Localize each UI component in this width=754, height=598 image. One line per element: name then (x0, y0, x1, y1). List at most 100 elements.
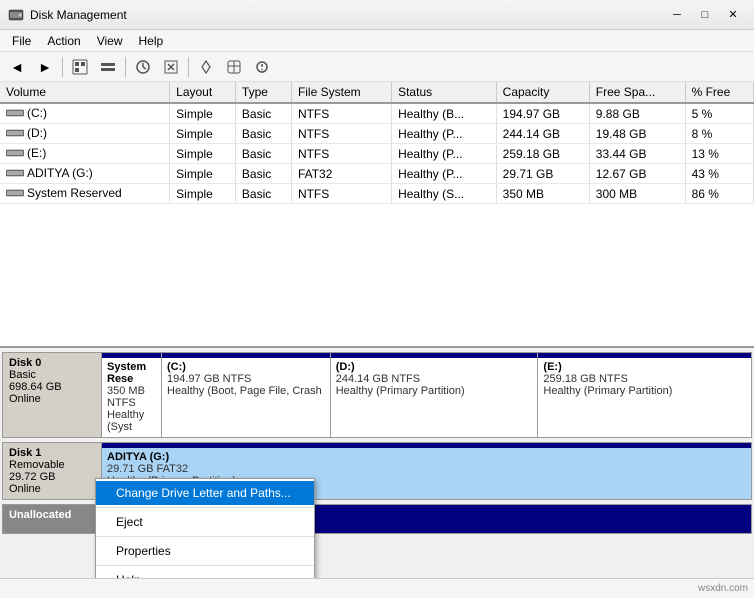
table-row[interactable]: (C:) Simple Basic NTFS Healthy (B... 194… (0, 103, 754, 124)
col-type[interactable]: Type (235, 82, 291, 103)
cell-layout: Simple (170, 184, 236, 204)
cell-percent: 43 % (685, 164, 753, 184)
context-menu-sep-1 (96, 507, 314, 508)
disk-icon: (E:) (6, 146, 46, 160)
disk-0-name: Disk 0 (9, 357, 95, 369)
toolbar-sep-1 (62, 57, 63, 77)
partition-e[interactable]: (E:) 259.18 GB NTFS Healthy (Primary Par… (538, 353, 751, 437)
toolbar-btn-7[interactable] (249, 55, 275, 79)
cell-capacity: 29.71 GB (496, 164, 589, 184)
watermark: wsxdn.com (698, 583, 748, 594)
cell-volume: (D:) (0, 124, 170, 144)
main-content: Volume Layout Type File System Status Ca… (0, 82, 754, 578)
table-row[interactable]: (E:) Simple Basic NTFS Healthy (P... 259… (0, 144, 754, 164)
unallocated-label: Unallocated (2, 504, 102, 534)
disk-1-name: Disk 1 (9, 447, 95, 459)
partition-system-reserved[interactable]: System Rese 350 MB NTFS Healthy (Syst (102, 353, 162, 437)
toolbar-btn-2[interactable] (95, 55, 121, 79)
cell-layout: Simple (170, 164, 236, 184)
toolbar-btn-6[interactable] (221, 55, 247, 79)
col-layout[interactable]: Layout (170, 82, 236, 103)
partition-c-status: Healthy (Boot, Page File, Crash (167, 385, 325, 397)
cell-percent: 5 % (685, 103, 753, 124)
partition-d[interactable]: (D:) 244.14 GB NTFS Healthy (Primary Par… (331, 353, 539, 437)
cell-fs: NTFS (291, 144, 391, 164)
title-bar-left: Disk Management (8, 7, 127, 23)
col-volume[interactable]: Volume (0, 82, 170, 103)
cell-status: Healthy (P... (392, 164, 497, 184)
context-menu-properties[interactable]: Properties (96, 539, 314, 563)
col-capacity[interactable]: Capacity (496, 82, 589, 103)
table-row[interactable]: System Reserved Simple Basic NTFS Health… (0, 184, 754, 204)
partition-c-name: (C:) (167, 361, 325, 373)
cell-capacity: 259.18 GB (496, 144, 589, 164)
cell-free: 300 MB (589, 184, 685, 204)
table-area[interactable]: Volume Layout Type File System Status Ca… (0, 82, 754, 348)
col-status[interactable]: Status (392, 82, 497, 103)
toolbar-forward[interactable]: ► (32, 55, 58, 79)
toolbar: ◄ ► (0, 52, 754, 82)
partition-d-name: (D:) (336, 361, 533, 373)
partition-e-size: 259.18 GB NTFS (543, 373, 746, 385)
disk-0-partitions: System Rese 350 MB NTFS Healthy (Syst (C… (102, 352, 752, 438)
toolbar-btn-1[interactable] (67, 55, 93, 79)
disk-row-0: Disk 0 Basic 698.64 GB Online System Res… (2, 352, 752, 438)
cell-fs: NTFS (291, 184, 391, 204)
table-row[interactable]: ADITYA (G:) Simple Basic FAT32 Healthy (… (0, 164, 754, 184)
menu-action[interactable]: Action (39, 32, 88, 50)
toolbar-sep-3 (188, 57, 189, 77)
cell-fs: FAT32 (291, 164, 391, 184)
disk-icon: System Reserved (6, 186, 122, 200)
cell-type: Basic (235, 184, 291, 204)
cell-free: 19.48 GB (589, 124, 685, 144)
cell-layout: Simple (170, 144, 236, 164)
cell-free: 33.44 GB (589, 144, 685, 164)
toolbar-btn-4[interactable] (158, 55, 184, 79)
minimize-button[interactable]: ─ (664, 5, 690, 25)
cell-volume: System Reserved (0, 184, 170, 204)
col-fs[interactable]: File System (291, 82, 391, 103)
context-menu-eject[interactable]: Eject (96, 510, 314, 534)
disk-icon: (D:) (6, 126, 47, 140)
cell-status: Healthy (B... (392, 103, 497, 124)
window-title: Disk Management (30, 8, 127, 22)
table-header-row: Volume Layout Type File System Status Ca… (0, 82, 754, 103)
disk-0-status: Online (9, 393, 95, 405)
cell-percent: 13 % (685, 144, 753, 164)
partition-sr-size: 350 MB NTFS (107, 385, 156, 409)
maximize-button[interactable]: □ (692, 5, 718, 25)
cell-capacity: 350 MB (496, 184, 589, 204)
cell-free: 9.88 GB (589, 103, 685, 124)
menu-view[interactable]: View (89, 32, 131, 50)
cell-type: Basic (235, 164, 291, 184)
disk-view[interactable]: Disk 0 Basic 698.64 GB Online System Res… (0, 348, 754, 578)
partition-d-status: Healthy (Primary Partition) (336, 385, 533, 397)
partition-aditya-size: 29.71 GB FAT32 (107, 463, 746, 475)
cell-capacity: 244.14 GB (496, 124, 589, 144)
disk-0-type: Basic (9, 369, 95, 381)
menu-help[interactable]: Help (131, 32, 172, 50)
cell-percent: 86 % (685, 184, 753, 204)
toolbar-sep-2 (125, 57, 126, 77)
toolbar-back[interactable]: ◄ (4, 55, 30, 79)
partition-sr-status: Healthy (Syst (107, 409, 156, 433)
status-bar: wsxdn.com (0, 578, 754, 598)
table-row[interactable]: (D:) Simple Basic NTFS Healthy (P... 244… (0, 124, 754, 144)
disk-0-size: 698.64 GB (9, 381, 95, 393)
cell-type: Basic (235, 124, 291, 144)
partition-d-size: 244.14 GB NTFS (336, 373, 533, 385)
col-percent[interactable]: % Free (685, 82, 753, 103)
disk-icon: ADITYA (G:) (6, 166, 93, 180)
disk-1-status: Online (9, 483, 95, 495)
menu-file[interactable]: File (4, 32, 39, 50)
cell-type: Basic (235, 144, 291, 164)
toolbar-btn-3[interactable] (130, 55, 156, 79)
context-menu-change-drive[interactable]: Change Drive Letter and Paths... (96, 481, 314, 505)
toolbar-btn-5[interactable] (193, 55, 219, 79)
context-menu-help[interactable]: Help (96, 568, 314, 578)
close-button[interactable]: ✕ (720, 5, 746, 25)
col-free[interactable]: Free Spa... (589, 82, 685, 103)
partition-sr-name: System Rese (107, 361, 156, 385)
partition-c[interactable]: (C:) 194.97 GB NTFS Healthy (Boot, Page … (162, 353, 331, 437)
partition-c-size: 194.97 GB NTFS (167, 373, 325, 385)
